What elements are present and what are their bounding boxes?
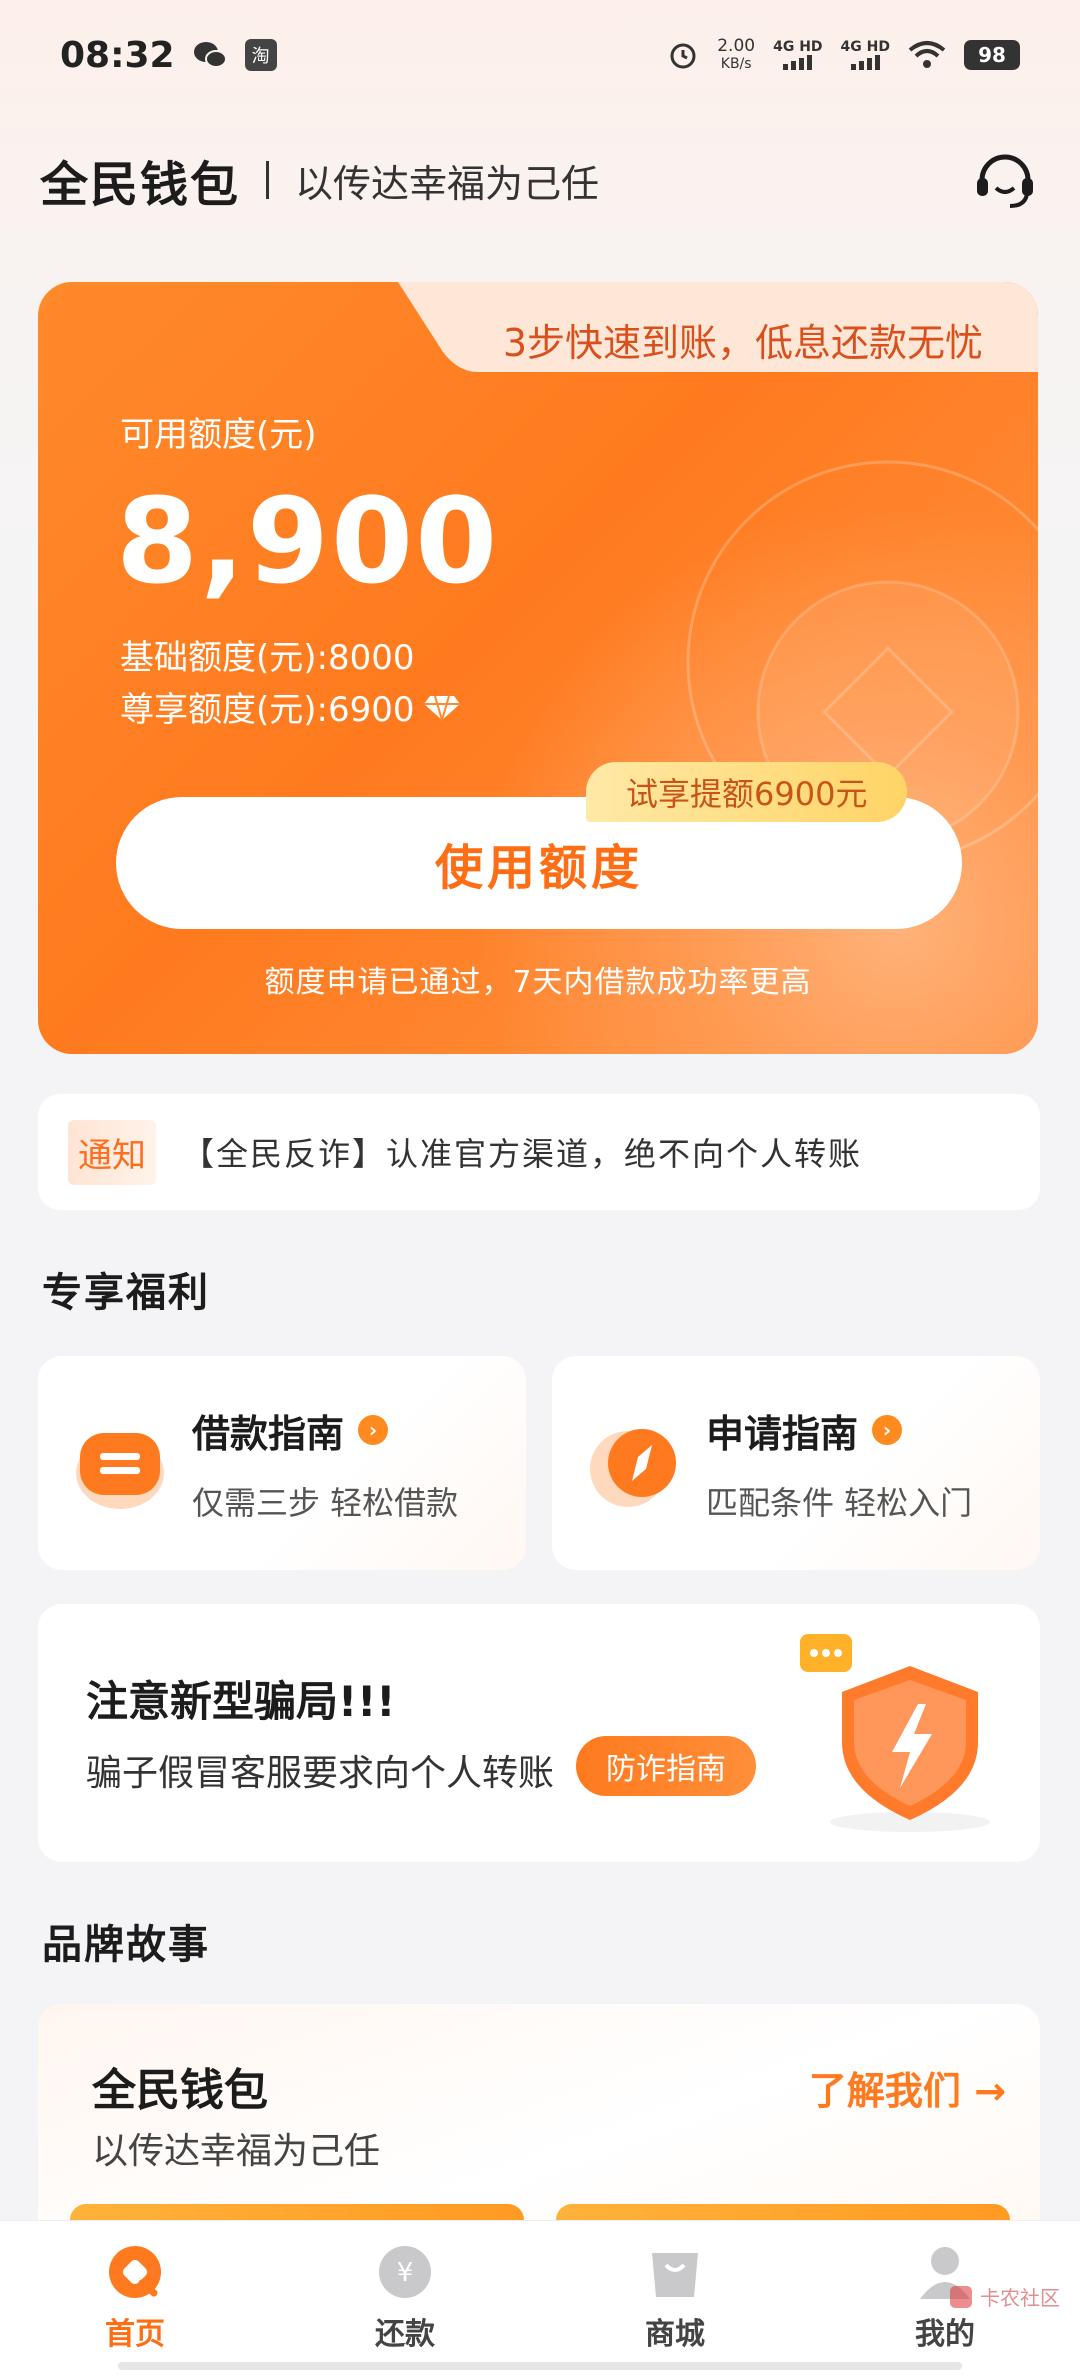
signal-bars-icon [783,54,813,70]
repay-icon: ¥ [379,2246,431,2298]
shield-icon [800,1634,990,1832]
loan-guide-icon [76,1433,164,1509]
signal-2-label: 4G HD [840,39,890,55]
fraud-warning-card: 注意新型骗局!!! 骗子假冒客服要求向个人转账 防诈指南 [38,1604,1040,1862]
shop-bag-icon [652,2253,698,2297]
apply-guide-subtitle: 匹配条件 轻松入门 [706,1483,973,1522]
brand-story-section-title: 品牌故事 [42,1922,210,1968]
watermark-text: 卡农社区 [980,2286,1060,2310]
chevron-right-icon: › [358,1415,389,1445]
watermark: 卡农社区 [948,2282,1060,2311]
benefits-section-title: 专享福利 [42,1270,210,1316]
signal-1: 4G HD [773,39,823,70]
tab-repay[interactable]: ¥ 还款 [305,2243,505,2353]
brand-name: 全民钱包 [40,157,241,213]
loan-guide-text: 借款指南 › 仅需三步 轻松借款 [192,1403,458,1524]
signal-bars-icon [850,54,880,70]
card-tab-text: 3步快速到账，低息还款无忧 [502,321,983,365]
net-speed-unit: KB/s [720,56,752,72]
approval-note: 额度申请已通过，7天内借款成功率更高 [264,965,812,1000]
header-divider [266,161,270,199]
available-limit-label: 可用额度(元) [120,415,317,455]
battery-indicator: 98 [964,40,1020,70]
tab-shop[interactable]: 商城 [575,2243,775,2353]
story-subtitle: 以传达幸福为己任 [92,2131,381,2172]
apply-guide-title: 申请指南 [706,1411,859,1456]
apply-guide-card[interactable]: 申请指南 › 匹配条件 轻松入门 [552,1356,1040,1570]
taobao-app-icon: 淘 [244,39,277,71]
tab-profile-label: 我的 [915,2317,975,2352]
bottom-tab-bar: 首页 ¥ 还款 商城 我的 [0,2220,1080,2376]
notice-tag: 通知 [68,1119,156,1185]
notice-bar[interactable]: 通知 【全民反诈】认准官方渠道，绝不向个人转账 [38,1094,1040,1210]
tab-repay-label: 还款 [375,2317,435,2352]
loan-guide-title: 借款指南 [192,1411,345,1456]
compass-icon [590,1429,676,1507]
vip-limit: 尊享额度(元):6900 [120,690,415,730]
tab-shop-label: 商城 [645,2317,705,2352]
apply-guide-title-row: 申请指南 › [706,1403,972,1458]
app-screen: 08:32 淘 2.00 KB/s 4G HD 4G HD 98 全民钱包 以传… [0,0,1080,2376]
alarm-icon [670,43,696,69]
status-time: 08:32 [60,34,175,76]
credit-limit-card: 3步快速到账，低息还款无忧 可用额度(元) 8,900 基础额度(元):8000… [38,282,1038,1054]
vip-limit-row: 尊享额度(元):6900 [120,682,461,731]
available-limit-amount: 8,900 [116,472,500,610]
chevron-right-icon: › [872,1415,903,1445]
app-header: 全民钱包 以传达幸福为己任 [40,140,1040,220]
home-indicator [118,2362,962,2370]
svg-text:¥: ¥ [397,2258,414,2288]
watermark-logo-icon [950,2285,972,2308]
loan-guide-card[interactable]: 借款指南 › 仅需三步 轻松借款 [38,1356,526,1570]
signal-1-label: 4G HD [773,39,823,55]
story-title: 全民钱包 [92,2065,268,2116]
apply-guide-text: 申请指南 › 匹配条件 轻松入门 [706,1403,972,1524]
fraud-title: 注意新型骗局!!! [86,1677,396,1726]
tab-home-label: 首页 [105,2317,165,2352]
anti-fraud-guide-button[interactable]: 防诈指南 [576,1736,756,1796]
status-bar: 08:32 淘 2.00 KB/s 4G HD 4G HD 98 [0,0,1080,110]
loan-guide-title-row: 借款指南 › [192,1403,458,1458]
wechat-icon [193,42,227,68]
signal-2: 4G HD [841,40,890,70]
loan-guide-subtitle: 仅需三步 轻松借款 [192,1483,459,1522]
wifi-icon [908,41,946,68]
net-speed-value: 2.00 [717,36,756,56]
notice-text: 【全民反诈】认准官方渠道，绝不向个人转账 [182,1135,863,1173]
home-icon [109,2246,161,2298]
base-limit: 基础额度(元):8000 [120,638,415,678]
fraud-description: 骗子假冒客服要求向个人转账 [86,1753,555,1794]
tab-home[interactable]: 首页 [35,2243,235,2353]
about-us-link[interactable]: 了解我们 → [809,2060,1006,2115]
net-speed: 2.00 KB/s [717,37,755,73]
promo-badge[interactable]: 试享提额6900元 [586,762,908,822]
headset-icon[interactable] [970,144,1040,214]
diamond-icon [423,695,460,722]
brand-slogan: 以传达幸福为己任 [295,161,600,206]
